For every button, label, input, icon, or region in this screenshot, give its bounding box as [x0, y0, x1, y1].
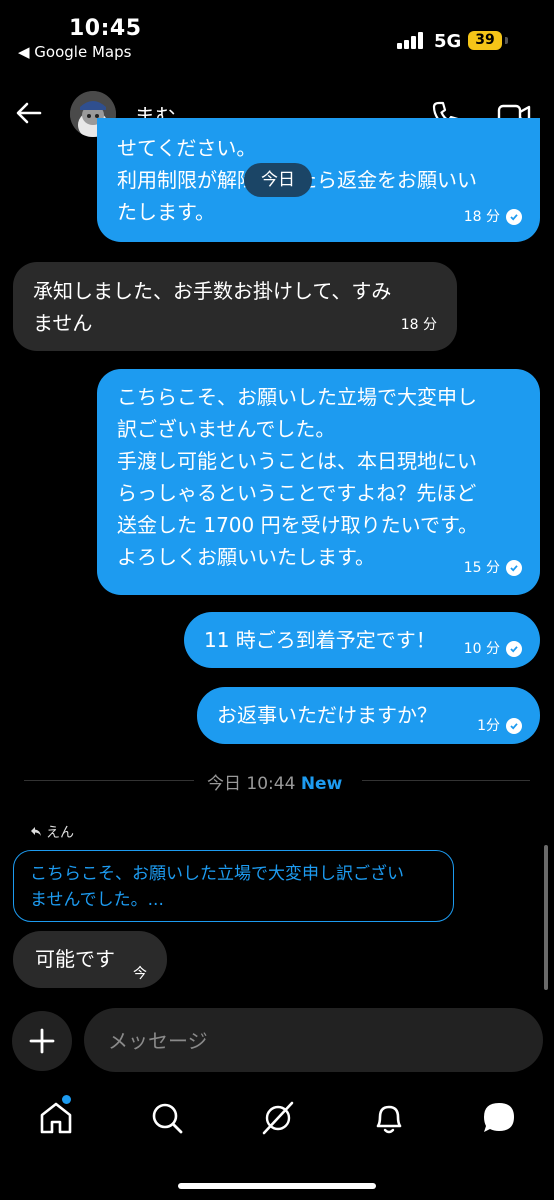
- message-time: 1分: [477, 718, 500, 734]
- status-bar: 10:45 ◀ Google Maps 5G 39: [0, 0, 554, 70]
- date-pill: 今日: [244, 163, 312, 197]
- divider-timestamp: 今日 10:44: [207, 774, 296, 794]
- battery-cap: [505, 37, 508, 44]
- notification-dot: [62, 1095, 71, 1104]
- battery-icon: 39: [468, 31, 502, 50]
- divider-line-left: [24, 780, 194, 781]
- messages-icon[interactable]: [479, 1098, 519, 1138]
- new-label: New: [300, 774, 343, 794]
- message-composer[interactable]: [84, 1008, 543, 1074]
- message-bubble-sent[interactable]: せてください。 利用制限が解除されたら返金をお願いい たします。 18 分: [97, 118, 540, 242]
- message-text: 可能です: [35, 947, 115, 971]
- home-indicator[interactable]: [178, 1183, 376, 1189]
- message-time: 18 分: [463, 209, 500, 225]
- bell-icon[interactable]: [369, 1098, 409, 1138]
- back-arrow-icon[interactable]: [14, 98, 44, 128]
- message-text: 承知しました、お手数お掛けして、すみ ません: [33, 279, 392, 335]
- message-meta: 15 分: [464, 552, 522, 584]
- reply-label: えん: [30, 822, 74, 842]
- message-bubble-sent[interactable]: お返事いただけますか？ 1分: [197, 687, 540, 744]
- message-bubble-received[interactable]: 可能です 今: [13, 931, 167, 988]
- message-bubble-sent[interactable]: こちらこそ、お願いした立場で大変申し 訳ございませんでした。 手渡し可能というこ…: [97, 369, 540, 595]
- message-input[interactable]: [106, 1008, 530, 1074]
- reply-icon: [31, 827, 41, 836]
- message-bubble-sent[interactable]: 11 時ごろ到着予定です！ 10 分: [184, 612, 540, 668]
- new-messages-divider: 今日 10:44 New: [207, 769, 342, 794]
- signal-icon: [397, 32, 427, 49]
- read-check-icon: [506, 641, 522, 657]
- message-meta: 1分: [477, 710, 522, 742]
- divider-line-right: [362, 780, 530, 781]
- message-time: 今: [133, 966, 147, 982]
- message-time: 15 分: [463, 560, 500, 576]
- home-icon[interactable]: [36, 1098, 76, 1138]
- reply-author: えん: [46, 825, 74, 841]
- message-time: 10 分: [463, 641, 500, 657]
- message-meta: 18 分: [464, 201, 522, 233]
- message-meta: 18 分: [401, 309, 437, 341]
- quoted-text: こちらこそ、お願いした立場で大変申し訳ござい ませんでした。...: [30, 864, 404, 910]
- scrollbar[interactable]: [544, 845, 548, 990]
- message-bubble-received[interactable]: 承知しました、お手数お掛けして、すみ ません 18 分: [13, 262, 457, 351]
- read-check-icon: [506, 560, 522, 576]
- message-meta: 今: [133, 958, 147, 990]
- message-text: お返事いただけますか？: [217, 703, 437, 727]
- message-text: こちらこそ、お願いした立場で大変申し 訳ございませんでした。 手渡し可能というこ…: [117, 385, 479, 569]
- add-attachment-button[interactable]: [12, 1011, 72, 1071]
- message-time: 18 分: [400, 317, 437, 333]
- grok-icon[interactable]: [258, 1098, 298, 1138]
- quoted-message[interactable]: こちらこそ、お願いした立場で大変申し訳ござい ませんでした。...: [13, 850, 454, 922]
- read-check-icon: [506, 718, 522, 734]
- plus-icon: [29, 1028, 55, 1054]
- message-text: 11 時ごろ到着予定です！: [204, 628, 436, 652]
- message-meta: 10 分: [464, 633, 522, 665]
- read-check-icon: [506, 209, 522, 225]
- back-to-app-link[interactable]: ◀ Google Maps: [18, 43, 131, 61]
- search-icon[interactable]: [147, 1098, 187, 1138]
- status-time: 10:45: [69, 16, 142, 41]
- network-type: 5G: [434, 31, 462, 52]
